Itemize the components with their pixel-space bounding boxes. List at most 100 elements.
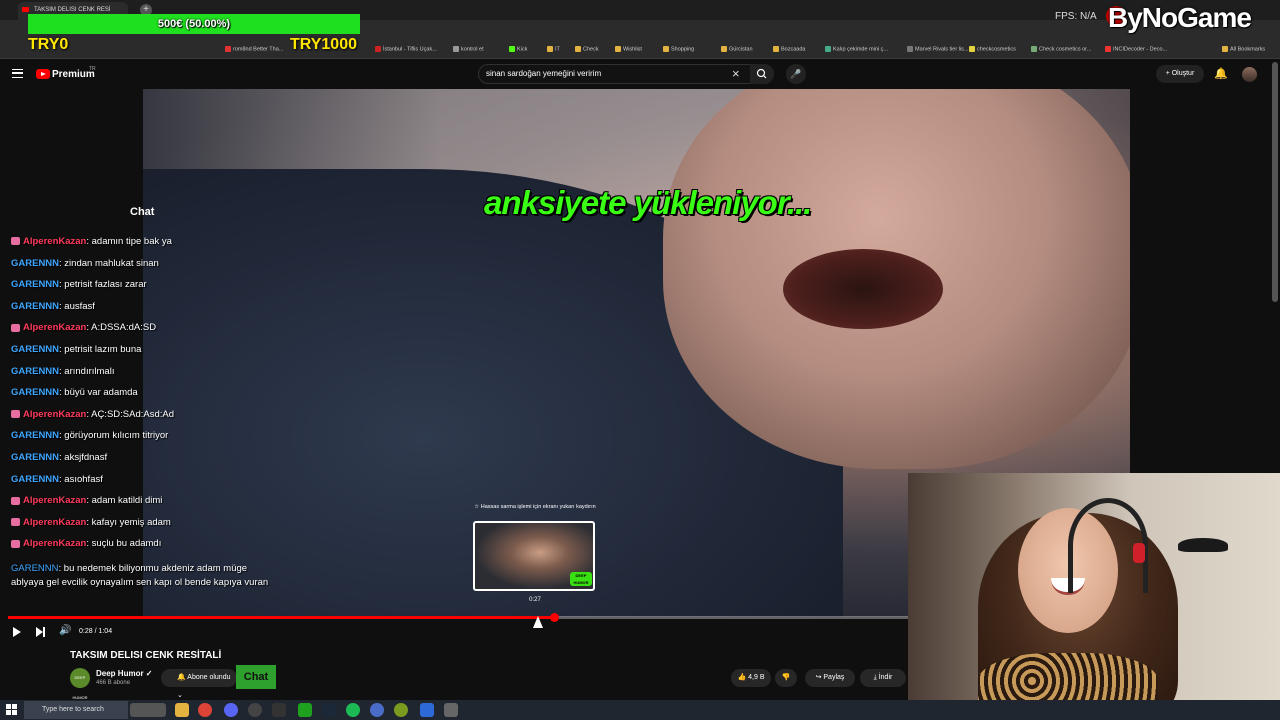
share-button[interactable]: ↪ Paylaş — [805, 669, 855, 687]
bookmark-item[interactable]: kontrol et — [453, 46, 484, 52]
app4-icon[interactable] — [420, 703, 434, 717]
notifications-bell-icon[interactable]: 🔔 — [1214, 67, 1228, 80]
chat-text: : A:DSSA:dA:SD — [86, 322, 157, 334]
chat-text: : kafayı yemiş adam — [86, 516, 171, 528]
dislike-button[interactable]: 👎 — [775, 669, 797, 687]
play-icon[interactable] — [13, 627, 21, 637]
chat-username: AlperenKazan — [23, 236, 87, 247]
app5-icon[interactable] — [444, 703, 458, 717]
bookmark-label: Bozcaada — [781, 46, 806, 53]
bookmark-item[interactable]: Gürcistan — [721, 46, 753, 52]
discord-icon[interactable] — [224, 703, 238, 717]
app3-icon[interactable] — [394, 703, 408, 717]
next-video-icon-bar — [43, 627, 45, 637]
streamer-webcam — [908, 473, 1280, 720]
taskbar-search-input[interactable]: Type here to search — [24, 701, 128, 719]
voice-search-icon[interactable]: 🎤 — [786, 64, 806, 84]
like-button[interactable]: 👍 4,9 B — [731, 669, 771, 687]
chat-text: : ausfasf — [59, 300, 95, 312]
app2-icon[interactable] — [370, 703, 384, 717]
steam-icon[interactable] — [322, 703, 336, 717]
obs-icon[interactable] — [248, 703, 262, 717]
youtube-logo-icon[interactable] — [36, 69, 50, 79]
search-button[interactable] — [750, 64, 774, 84]
progress-scrubber-handle[interactable] — [550, 613, 560, 622]
bookmark-item[interactable]: All Bookmarks — [1222, 46, 1265, 52]
windows-start-icon[interactable] — [6, 704, 18, 716]
chat-message: GARENNN: zindan mahlukat sinan — [11, 258, 159, 269]
chat-username: GARENNN — [11, 452, 60, 463]
headphone-cup-shape — [1133, 543, 1145, 563]
chat-text: : büyü var adamda — [59, 387, 138, 399]
chrome-icon[interactable] — [198, 703, 212, 717]
taskbar-thumbnail-icon[interactable] — [130, 703, 166, 717]
chat-username: GARENNN — [11, 279, 60, 291]
chat-username: GARENNN — [11, 563, 59, 574]
bynogame-logo: ByNoGame — [1108, 2, 1252, 33]
subscriber-badge-icon — [11, 323, 20, 332]
chat-text: : adamın tipe bak ya — [86, 236, 172, 247]
bookmark-icon — [453, 46, 459, 52]
bookmark-label: INCIDecoder - Deco... — [1113, 46, 1168, 53]
chat-overlay-label: Chat — [236, 665, 276, 689]
preview-channel-logo: DEEP HUMOR — [570, 572, 592, 586]
bookmark-label: Marvel Rivals tier lis... — [915, 46, 969, 53]
user-avatar[interactable] — [1242, 67, 1257, 82]
subscribed-button[interactable]: 🔔 Abone olundu ⌄ — [161, 669, 237, 699]
clear-search-icon[interactable]: × — [732, 66, 740, 81]
goal-max-label: TRY1000 — [290, 36, 357, 53]
chat-message: GARENNN: arındırılmalı — [11, 366, 114, 377]
bookmark-icon — [375, 46, 381, 52]
chat-text: : asıohfasf — [59, 473, 103, 485]
video-caption: anksiyete yükleniyor... — [484, 184, 812, 221]
subscriber-badge-icon — [11, 518, 20, 527]
bookmark-icon — [721, 46, 727, 52]
file-explorer-icon[interactable] — [175, 703, 189, 717]
bookmark-label: Wishlist — [623, 46, 642, 53]
search-query-text[interactable]: sinan sardoğan yemeğini veririm — [486, 69, 601, 78]
bookmark-item[interactable]: Check cosmetics or... — [1031, 46, 1091, 52]
page-scrollbar[interactable] — [1272, 62, 1278, 302]
play-app-icon[interactable] — [298, 703, 312, 717]
create-button[interactable]: + Oluştur — [1156, 65, 1204, 83]
fps-counter: FPS: N/A — [1055, 11, 1097, 22]
chat-message: AlperenKazan: suçlu bu adamdı — [11, 538, 161, 549]
bookmark-item[interactable]: checkcosmetics — [969, 46, 1016, 52]
chat-text: : petrisit lazım buna — [59, 344, 142, 355]
bookmark-item[interactable]: Kalıp çekimde mini ç... — [825, 46, 888, 52]
bookmark-icon — [825, 46, 831, 52]
spotify-icon[interactable] — [346, 703, 360, 717]
chat-username: AlperenKazan — [23, 538, 87, 550]
bookmark-item[interactable]: INCIDecoder - Deco... — [1105, 46, 1167, 52]
bookmark-item[interactable]: Shopping — [663, 46, 694, 52]
app-icon[interactable] — [272, 703, 286, 717]
country-code: TR — [89, 66, 96, 72]
download-button[interactable]: ⤓ İndir — [860, 669, 906, 687]
chat-message: GARENNN: ausfasf — [11, 301, 95, 312]
chat-username: GARENNN — [11, 344, 60, 355]
chat-text: : petrisit fazlası zarar — [59, 279, 147, 291]
volume-icon[interactable]: 🔊 — [59, 625, 71, 636]
chat-message-long: GARENNN: bu nedemek biliyonmu akdeniz ad… — [11, 562, 281, 590]
bookmark-item[interactable]: İstanbul - Tiflis Uçak... — [375, 46, 437, 52]
channel-avatar[interactable]: DEEP HUMOR — [70, 668, 90, 700]
bookmark-icon — [509, 46, 515, 52]
bookmarks-bar: rom8nd Better Tha... İstanbul - Tiflis Uç… — [0, 42, 1280, 59]
channel-name[interactable]: Deep Humor ✓ — [96, 669, 153, 678]
chat-username: AlperenKazan — [23, 516, 87, 528]
bookmark-item[interactable]: Bozcaada — [773, 46, 805, 52]
donation-goal-text: 500€ (50.00%) — [157, 18, 231, 30]
next-video-icon[interactable] — [36, 627, 43, 637]
chat-text: : adam katildi dimi — [86, 495, 163, 507]
chat-text: : suçlu bu adamdı — [86, 538, 162, 550]
bookmark-item[interactable]: Check — [575, 46, 599, 52]
bookmark-item[interactable]: Wishlist — [615, 46, 642, 52]
bookmark-item[interactable]: Kick — [509, 46, 527, 52]
chat-username: GARENNN — [11, 473, 60, 485]
hamburger-menu-icon[interactable] — [12, 69, 23, 78]
bookmark-item[interactable]: rom8nd Better Tha... — [225, 46, 283, 52]
bookmark-item[interactable]: IT — [547, 46, 560, 52]
bookmark-icon — [1031, 46, 1037, 52]
chat-message: GARENNN: petrisit lazım buna — [11, 344, 141, 355]
bookmark-item[interactable]: Marvel Rivals tier lis... — [907, 46, 968, 52]
